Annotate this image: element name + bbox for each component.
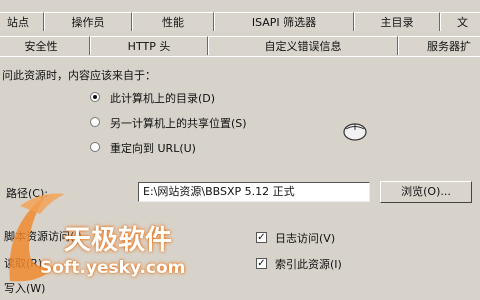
tab-home-directory[interactable]: 主目录	[354, 12, 440, 31]
tab-performance[interactable]: 性能	[132, 12, 214, 31]
checkbox-icon[interactable]: ✓	[256, 258, 267, 269]
option-network-share[interactable]: 另一计算机上的共享位置(S)	[110, 115, 247, 131]
tab-security[interactable]: 安全性	[0, 36, 90, 55]
tab-site-label: 站点	[7, 16, 29, 29]
option-redirect-url[interactable]: 重定向到 URL(U)	[110, 140, 196, 156]
tab-operators-label: 操作员	[71, 16, 105, 29]
mouse-cursor-icon	[343, 123, 367, 141]
tab-documents-label: 文	[457, 16, 468, 29]
radio-icon[interactable]	[90, 142, 100, 152]
radio-icon[interactable]	[90, 92, 100, 102]
tab-row-2: 安全性 HTTP 头 自定义错误信息 服务器扩	[0, 36, 480, 56]
tab-panel-border	[0, 56, 480, 57]
tab-http-headers-label: HTTP 头	[127, 40, 171, 53]
log-visits-label[interactable]: 日志访问(V)	[275, 230, 335, 246]
tab-isapi-filters[interactable]: ISAPI 筛选器	[214, 12, 354, 31]
tab-isapi-filters-label: ISAPI 筛选器	[251, 16, 317, 29]
browse-button[interactable]: 浏览(O)...	[380, 181, 472, 203]
local-path-input[interactable]: E:\网站资源\BBSXP 5.12 正式	[138, 182, 370, 202]
watermark-brand: 天极软件	[64, 225, 172, 256]
tab-row-1: 站点 操作员 性能 ISAPI 筛选器 主目录 文	[0, 12, 480, 32]
tab-home-directory-label: 主目录	[380, 16, 414, 29]
checkbox-icon[interactable]: ✓	[256, 232, 267, 243]
watermark-url: Soft.yesky.com	[40, 258, 186, 278]
content-source-question: 问此资源时，内容应该来自于：	[2, 69, 156, 82]
tab-http-headers[interactable]: HTTP 头	[90, 36, 208, 55]
tab-documents[interactable]: 文	[440, 12, 480, 31]
tab-custom-errors[interactable]: 自定义错误信息	[208, 36, 398, 55]
tab-server-extensions[interactable]: 服务器扩	[398, 36, 480, 55]
tab-performance-label: 性能	[162, 16, 184, 29]
tab-custom-errors-label: 自定义错误信息	[264, 40, 342, 53]
option-local-directory[interactable]: 此计算机上的目录(D)	[110, 90, 215, 106]
index-resource-label[interactable]: 索引此资源(I)	[275, 256, 342, 272]
tab-server-extensions-label: 服务器扩	[427, 40, 471, 53]
tab-site[interactable]: 站点	[0, 12, 44, 31]
tab-security-label: 安全性	[24, 40, 58, 53]
tab-operators[interactable]: 操作员	[44, 12, 132, 31]
radio-icon[interactable]	[90, 117, 100, 127]
